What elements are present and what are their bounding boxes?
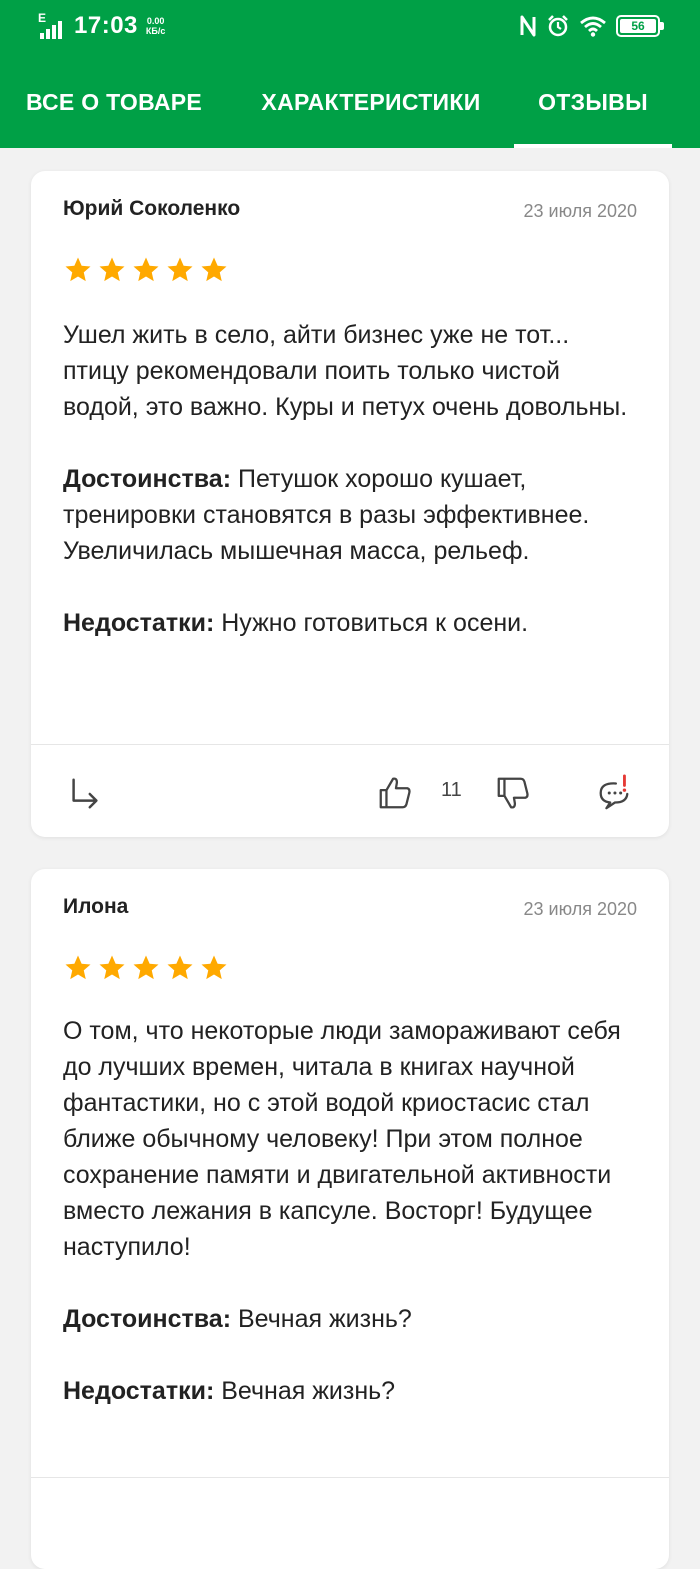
- rating-stars: [63, 953, 229, 983]
- review-cons: Недостатки: Нужно готовиться к осени.: [63, 605, 639, 641]
- rating-stars: [63, 255, 229, 285]
- review-cons: Недостатки: Вечная жизнь?: [63, 1373, 639, 1409]
- tab-characteristics[interactable]: ХАРАКТЕРИСТИКИ: [228, 56, 514, 148]
- star-icon: [65, 955, 91, 980]
- star-icon: [133, 257, 159, 282]
- review-author[interactable]: Юрий Соколенко: [63, 197, 240, 221]
- review-author[interactable]: Илона: [63, 895, 128, 919]
- clock: 17:03: [74, 12, 138, 39]
- network-speed: 0.00 КБ/с: [145, 16, 166, 36]
- cons-text: Вечная жизнь?: [221, 1377, 396, 1405]
- reply-arrow-icon: [72, 778, 98, 809]
- pros-label: Достоинства:: [63, 1305, 232, 1333]
- cons-label: Недостатки:: [63, 1377, 215, 1405]
- cons-label: Недостатки:: [63, 609, 215, 637]
- battery-level: 56: [631, 19, 645, 33]
- cons-text: Нужно готовиться к осени.: [221, 609, 529, 637]
- review-text: Ушел жить в село, айти бизнес уже не тот…: [63, 321, 628, 421]
- tab-bar: ВСЕ О ТОВАРЕ ХАРАКТЕРИСТИКИ ОТЗЫВЫ: [0, 56, 700, 148]
- network-type: E: [38, 11, 47, 25]
- star-icon: [167, 257, 193, 282]
- thumbs-down-icon: [497, 777, 529, 809]
- star-icon: [201, 257, 227, 282]
- like-button[interactable]: [375, 773, 415, 813]
- star-icon: [65, 257, 91, 282]
- pros-label: Достоинства:: [63, 465, 232, 493]
- dislike-button[interactable]: [493, 773, 533, 813]
- review-date: 23 июля 2020: [523, 899, 637, 919]
- tab-reviews[interactable]: ОТЗЫВЫ: [514, 56, 672, 148]
- star-icon: [201, 955, 227, 980]
- report-comment-icon: [599, 774, 629, 810]
- divider: [31, 1477, 669, 1478]
- review-actions: 11: [31, 745, 669, 837]
- report-button[interactable]: [594, 773, 634, 813]
- review-body: О том, что некоторые люди замораживают с…: [63, 1013, 639, 1409]
- review-pros: Достоинства: Вечная жизнь?: [63, 1301, 639, 1337]
- alarm-icon: [548, 15, 568, 37]
- status-bar: E 17:03 0.00 КБ/с 56: [0, 0, 700, 56]
- app-header: E 17:03 0.00 КБ/с 56 ВСЕ О ТОВАРЕ ХАРАКТ…: [0, 0, 700, 148]
- signal-icon: E: [38, 11, 66, 39]
- review-text: О том, что некоторые люди замораживают с…: [63, 1017, 621, 1261]
- review-body: Ушел жить в село, айти бизнес уже не тот…: [63, 317, 639, 641]
- like-count: 11: [441, 779, 462, 801]
- pros-text: Вечная жизнь?: [237, 1305, 412, 1333]
- wifi-icon: [580, 16, 606, 37]
- nfc-icon: [520, 15, 536, 37]
- review-date: 23 июля 2020: [523, 201, 637, 221]
- star-icon: [167, 955, 193, 980]
- review-card: Юрий Соколенко 23 июля 2020 Ушел жить в …: [31, 171, 669, 837]
- thumbs-up-icon: [379, 777, 411, 809]
- tab-all-about-product[interactable]: ВСЕ О ТОВАРЕ: [0, 56, 228, 148]
- star-icon: [133, 955, 159, 980]
- reply-button[interactable]: [65, 773, 105, 813]
- star-icon: [99, 955, 125, 980]
- star-icon: [99, 257, 125, 282]
- review-card: Илона 23 июля 2020 О том, что некоторые …: [31, 869, 669, 1569]
- review-pros: Достоинства: Петушок хорошо кушает, трен…: [63, 461, 639, 569]
- battery-icon: 56: [616, 15, 664, 37]
